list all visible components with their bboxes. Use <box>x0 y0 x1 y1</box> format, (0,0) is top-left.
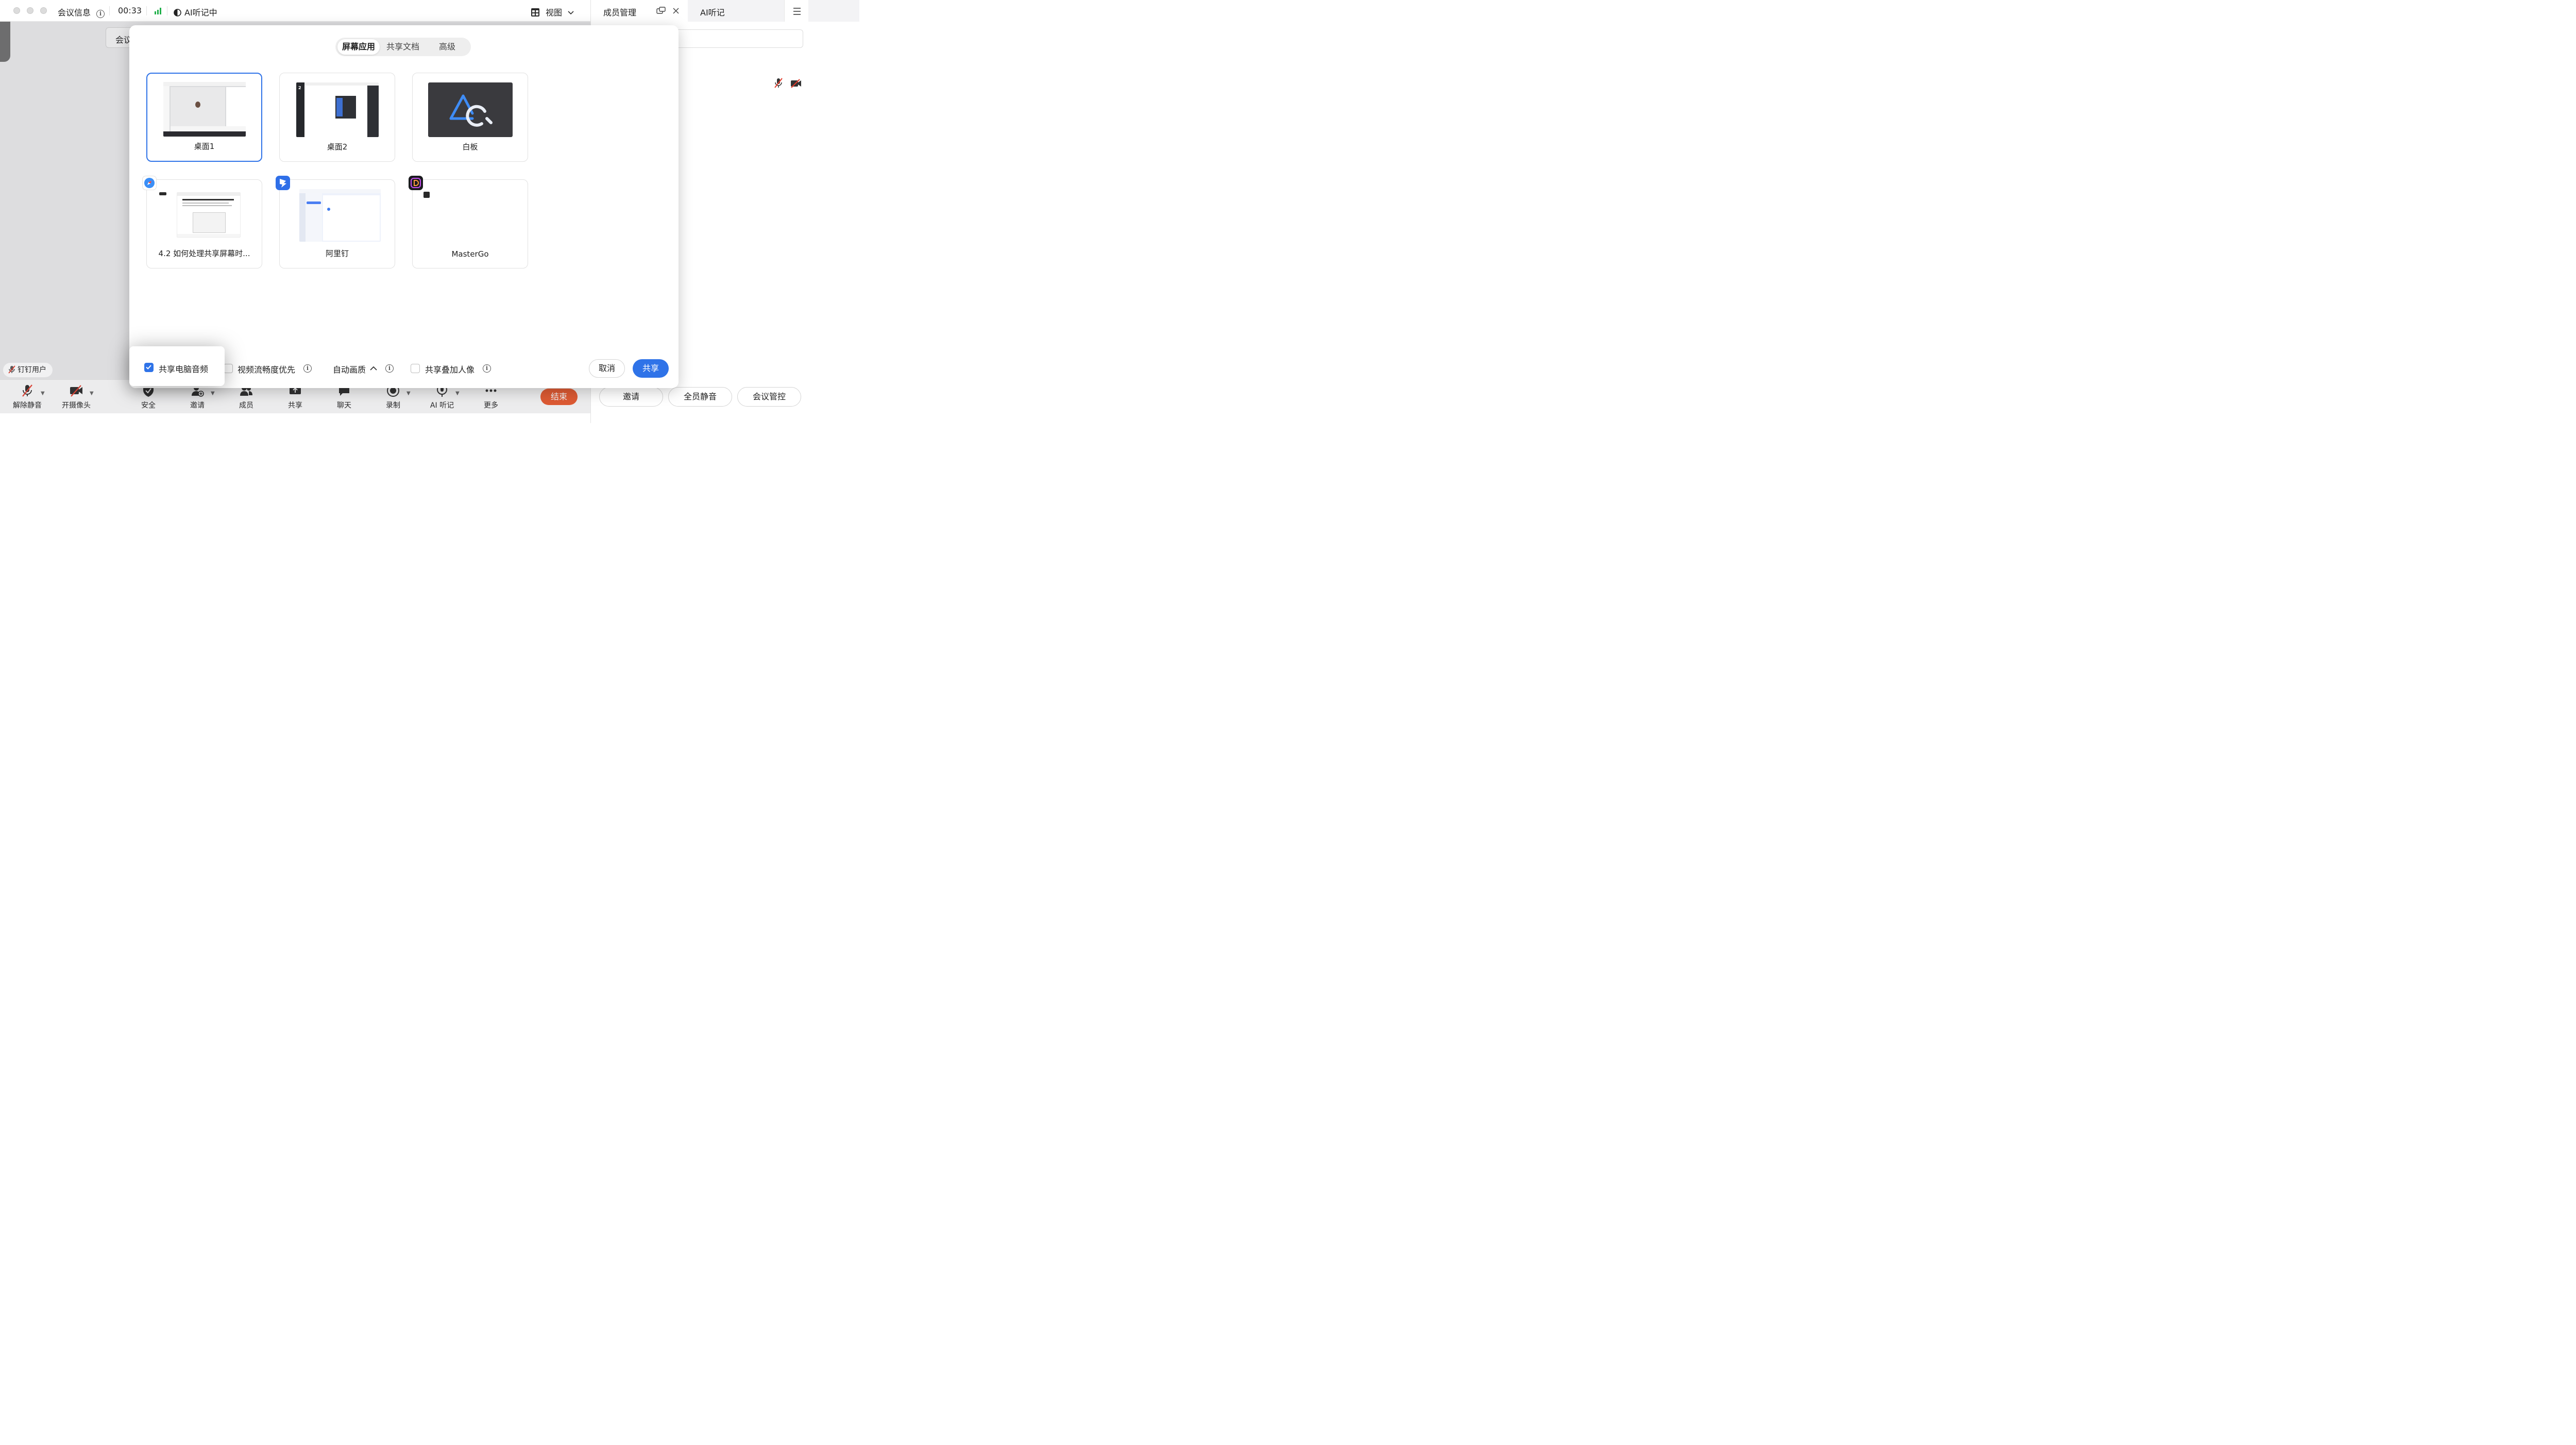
smooth-priority-label: 视频流畅度优先 <box>238 365 296 375</box>
share-button[interactable]: 共享 <box>633 359 669 378</box>
ai-record-status-icon <box>174 9 181 16</box>
grid-view-icon <box>531 8 539 16</box>
close-icon[interactable] <box>673 8 679 14</box>
share-source-safari-window[interactable]: 4.2 如何处理共享屏幕时... <box>146 179 262 268</box>
chevron-up-icon[interactable] <box>370 366 377 371</box>
share-audio-checkbox[interactable] <box>144 363 154 372</box>
safari-icon <box>142 176 157 190</box>
dingtalk-app-icon <box>276 176 290 190</box>
desktop-2-caption: 桌面2 <box>327 142 348 152</box>
share-button-label: 共享 <box>642 363 659 373</box>
meeting-timer: 00:33 <box>118 6 142 15</box>
dingtalk-caption: 阿里钉 <box>325 249 349 258</box>
auto-quality-label: 自动画质 <box>333 365 366 375</box>
overlay-portrait-checkbox[interactable] <box>411 364 420 373</box>
cancel-button[interactable]: 取消 <box>589 359 625 378</box>
panel-menu-button[interactable] <box>784 0 808 22</box>
desktop-1-caption: 桌面1 <box>194 142 215 151</box>
share-audio-option[interactable]: 共享电脑音频 <box>129 346 225 386</box>
whiteboard-caption: 白板 <box>462 142 478 152</box>
share-audio-label: 共享电脑音频 <box>159 364 209 374</box>
panel-tabs: 成员管理 AI听记 <box>591 0 859 22</box>
camera-off-icon[interactable] <box>790 79 802 88</box>
invite-button[interactable]: 邀请 <box>599 387 663 407</box>
share-type-tabs: 屏幕应用 共享文档 高级 <box>335 38 471 56</box>
mastergo-app-icon <box>409 176 423 190</box>
window-zoom-button[interactable] <box>40 7 47 14</box>
tab-screen-app-label: 屏幕应用 <box>342 42 375 52</box>
share-source-desktop-1[interactable]: 桌面1 <box>146 73 262 162</box>
invite-button-label: 邀请 <box>622 392 639 401</box>
mastergo-thumbnail <box>423 192 430 198</box>
mute-all-button-label: 全员静音 <box>683 392 717 401</box>
tab-ai-notes-label: AI听记 <box>700 8 725 18</box>
divider <box>109 6 110 15</box>
tab-screen-app[interactable]: 屏幕应用 <box>337 39 380 55</box>
desktop-2-thumbnail: 2 <box>296 82 379 137</box>
cancel-button-label: 取消 <box>598 363 615 373</box>
share-source-mastergo[interactable]: MasterGo <box>412 179 528 268</box>
share-source-whiteboard[interactable]: 白板 <box>412 73 528 162</box>
chevron-down-icon <box>568 11 574 15</box>
view-menu-button[interactable]: 视图 <box>531 6 574 18</box>
tab-member-management-label: 成员管理 <box>603 8 637 18</box>
safari-window-thumbnail <box>177 192 241 238</box>
whiteboard-thumbnail <box>428 82 513 137</box>
tab-shared-document-label: 共享文档 <box>386 42 419 52</box>
safari-window-mini-tab <box>159 192 166 195</box>
smooth-priority-checkbox[interactable] <box>224 364 233 373</box>
view-label: 视图 <box>546 8 563 18</box>
hamburger-menu-icon <box>793 8 801 15</box>
meeting-info-button[interactable]: 会议信息 i <box>58 6 105 18</box>
mute-all-button[interactable]: 全员静音 <box>668 387 732 407</box>
ai-status-label: AI听记中 <box>184 8 217 18</box>
meeting-control-button[interactable]: 会议管控 <box>737 387 801 407</box>
tab-member-management[interactable]: 成员管理 <box>591 0 688 22</box>
tab-advanced[interactable]: 高级 <box>426 39 468 55</box>
desktop-1-thumbnail <box>163 82 246 137</box>
title-bar: 会议信息 i 00:33 AI听记中 视图 <box>0 0 590 22</box>
signal-strength-icon <box>155 8 161 14</box>
tab-ai-notes[interactable]: AI听记 <box>688 0 859 22</box>
mastergo-caption: MasterGo <box>451 249 489 259</box>
tab-advanced-label: 高级 <box>438 42 455 52</box>
whiteboard-logo-icon <box>449 94 493 127</box>
share-source-dingtalk[interactable]: 阿里钉 <box>279 179 395 268</box>
share-source-desktop-2[interactable]: 2 桌面2 <box>279 73 395 162</box>
ai-status-indicator[interactable]: AI听记中 <box>174 6 217 18</box>
member-search-input[interactable] <box>673 29 803 48</box>
meeting-info-label: 会议信息 <box>58 8 91 18</box>
window-minimize-button[interactable] <box>27 7 33 14</box>
divider <box>146 6 147 15</box>
share-screen-dialog: 屏幕应用 共享文档 高级 桌面1 2 桌面2 白板 4.2 如何处理共享屏幕时.… <box>129 25 679 388</box>
info-icon[interactable]: i <box>303 364 312 373</box>
dingtalk-thumbnail <box>299 189 381 242</box>
pop-out-icon[interactable] <box>656 7 666 14</box>
safari-window-caption: 4.2 如何处理共享屏幕时... <box>158 249 250 258</box>
window-close-button[interactable] <box>13 7 20 14</box>
meeting-control-button-label: 会议管控 <box>752 392 786 401</box>
info-icon[interactable]: i <box>483 364 491 373</box>
tab-shared-document[interactable]: 共享文档 <box>382 39 424 55</box>
info-icon[interactable]: i <box>385 364 394 373</box>
overlay-portrait-label: 共享叠加人像 <box>425 365 475 375</box>
checkmark-icon <box>146 365 151 369</box>
mute-all-mic-icon[interactable] <box>774 78 783 88</box>
info-icon: i <box>96 10 105 18</box>
